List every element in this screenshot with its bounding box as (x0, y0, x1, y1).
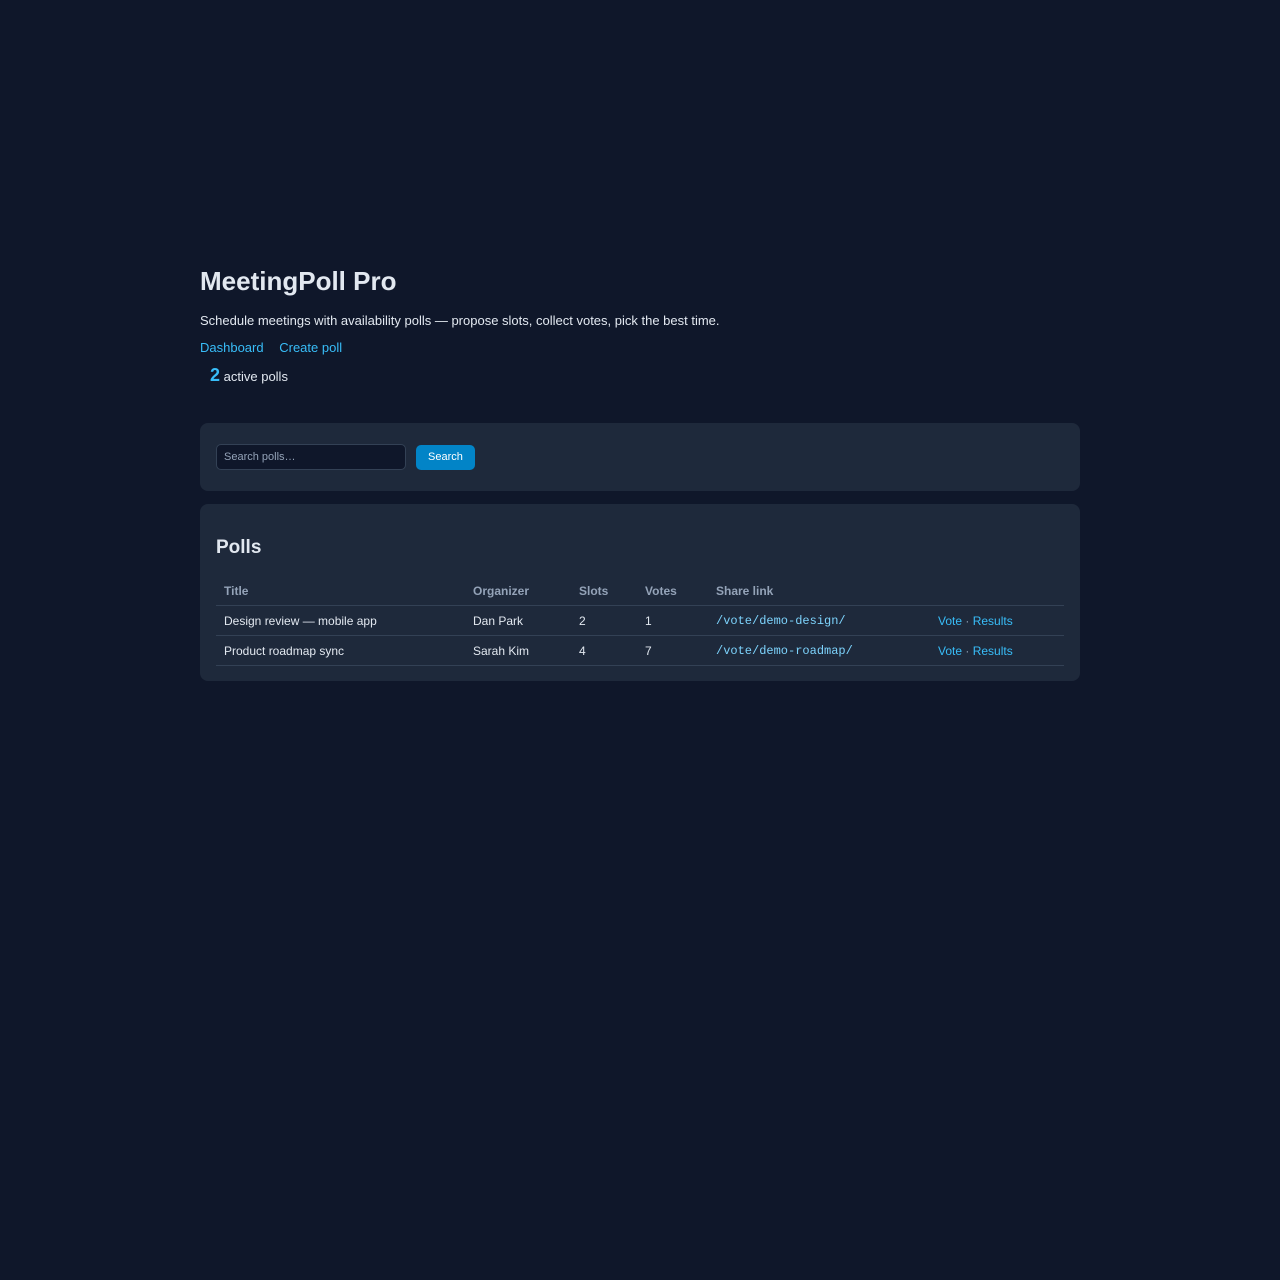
column-header-actions (930, 576, 1064, 606)
nav-create-poll-link[interactable]: Create poll (279, 340, 342, 355)
action-separator: · (965, 613, 970, 628)
column-header-organizer: Organizer (465, 576, 571, 606)
poll-votes: 1 (637, 605, 708, 636)
poll-votes: 7 (637, 635, 708, 666)
polls-card: Polls Title Organizer Slots Votes Share … (200, 504, 1080, 681)
results-link[interactable]: Results (973, 614, 1013, 628)
nav-dashboard-link[interactable]: Dashboard (200, 340, 264, 355)
column-header-share-link: Share link (708, 576, 930, 606)
action-separator: · (965, 643, 970, 658)
poll-slots: 2 (571, 605, 637, 636)
search-card: Search (200, 423, 1080, 491)
results-link[interactable]: Results (973, 644, 1013, 658)
poll-organizer: Dan Park (465, 605, 571, 636)
column-header-slots: Slots (571, 576, 637, 606)
active-polls-stat: 2 active polls (210, 363, 1080, 389)
poll-organizer: Sarah Kim (465, 635, 571, 666)
table-row: Design review — mobile app Dan Park 2 1 … (216, 605, 1064, 636)
search-button[interactable]: Search (416, 444, 475, 470)
vote-link[interactable]: Vote (938, 644, 962, 658)
poll-share-link: /vote/demo-design/ (708, 605, 930, 636)
poll-share-link: /vote/demo-roadmap/ (708, 635, 930, 666)
table-row: Product roadmap sync Sarah Kim 4 7 /vote… (216, 635, 1064, 666)
vote-link[interactable]: Vote (938, 614, 962, 628)
page-subtitle: Schedule meetings with availability poll… (200, 313, 720, 328)
poll-title: Product roadmap sync (216, 635, 465, 666)
poll-title: Design review — mobile app (216, 605, 465, 636)
column-header-title: Title (216, 576, 465, 606)
polls-heading: Polls (216, 537, 262, 558)
poll-actions: Vote · Results (930, 605, 1064, 636)
page-title: MeetingPoll Pro (200, 266, 397, 296)
poll-actions: Vote · Results (930, 635, 1064, 666)
active-polls-label: active polls (223, 369, 288, 384)
top-nav: Dashboard Create poll (200, 339, 1080, 357)
table-header-row: Title Organizer Slots Votes Share link (216, 576, 1064, 606)
column-header-votes: Votes (637, 576, 708, 606)
poll-slots: 4 (571, 635, 637, 666)
active-polls-count: 2 (210, 365, 221, 385)
polls-table: Title Organizer Slots Votes Share link D… (216, 576, 1064, 666)
search-input[interactable] (216, 444, 406, 470)
page-container: MeetingPoll Pro Schedule meetings with a… (200, 262, 1080, 681)
